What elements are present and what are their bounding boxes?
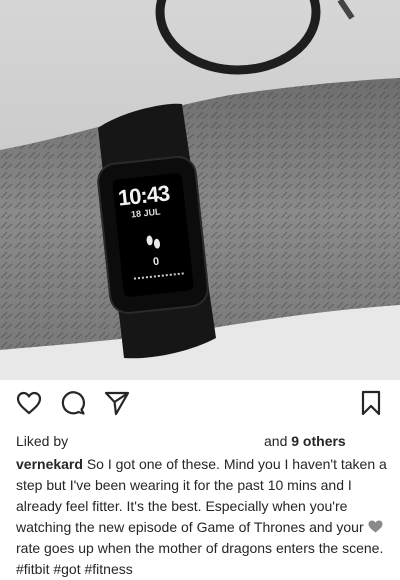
- heart-outline-icon: [16, 391, 42, 415]
- post-caption: vernekard So I got one of these. Mind yo…: [16, 454, 388, 580]
- caption-username[interactable]: vernekard: [16, 456, 83, 472]
- footprints-icon: [144, 233, 164, 255]
- save-button[interactable]: [356, 388, 386, 418]
- caption-text-after: rate goes up when the mother of dragons …: [16, 540, 384, 577]
- likes-others[interactable]: and 9 others: [264, 432, 346, 450]
- instagram-post: 10:43 18 JUL 0 Liked by and 9 others ver…: [0, 0, 400, 577]
- likes-others-count[interactable]: 9 others: [291, 433, 345, 449]
- like-button[interactable]: [14, 388, 44, 418]
- paper-plane-icon: [104, 391, 130, 416]
- liked-by-label: Liked by: [16, 433, 69, 449]
- comment-bubble-icon: [61, 391, 85, 415]
- post-photo[interactable]: 10:43 18 JUL 0: [0, 0, 400, 380]
- post-action-bar: [0, 388, 400, 422]
- tracker-time: 10:43: [116, 180, 171, 211]
- bookmark-icon: [361, 390, 381, 416]
- grey-heart-emoji-icon: [368, 518, 383, 533]
- likes-and-label: and: [264, 433, 288, 449]
- fitbit-photo: [0, 0, 400, 380]
- share-button[interactable]: [102, 388, 132, 418]
- comment-button[interactable]: [58, 388, 88, 418]
- tracker-steps: 0: [152, 255, 160, 269]
- likes-summary: Liked by and 9 others: [16, 432, 386, 450]
